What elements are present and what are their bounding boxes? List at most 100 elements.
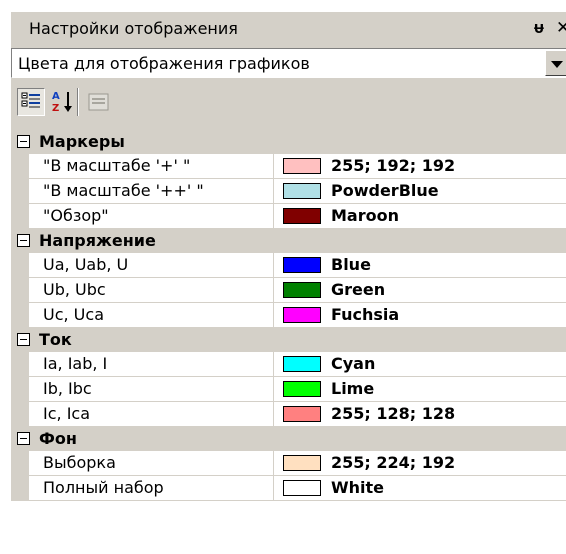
property-row[interactable]: Uc, Uca Fuchsia bbox=[11, 303, 566, 328]
collapse-icon[interactable] bbox=[17, 234, 30, 247]
property-name-cell[interactable]: Ia, Iab, I bbox=[29, 352, 274, 377]
property-name-cell[interactable]: Ub, Ubc bbox=[29, 278, 274, 303]
property-name: Ia, Iab, I bbox=[43, 354, 108, 373]
property-value: 255; 192; 192 bbox=[331, 156, 456, 175]
property-row[interactable]: "Обзор" Maroon bbox=[11, 204, 566, 229]
display-settings-panel: Настройки отображения ᵾ ✕ Цвета для отоб… bbox=[10, 12, 566, 554]
property-name-cell[interactable]: Полный набор bbox=[29, 476, 274, 501]
property-value-cell[interactable]: 255; 128; 128 bbox=[274, 402, 566, 427]
row-gutter bbox=[11, 278, 29, 303]
category-row[interactable]: Ток bbox=[11, 328, 566, 352]
property-name: "Обзор" bbox=[43, 206, 109, 225]
object-selector-dropdown[interactable]: Цвета для отображения графиков bbox=[11, 48, 566, 78]
property-name-cell[interactable]: "В масштабе '+' " bbox=[29, 154, 274, 179]
property-name: Uc, Uca bbox=[43, 305, 104, 324]
panel-title: Настройки отображения bbox=[29, 19, 238, 38]
property-name-cell[interactable]: "В масштабе '++' " bbox=[29, 179, 274, 204]
color-swatch bbox=[283, 381, 321, 397]
alphabetical-button[interactable]: A Z bbox=[49, 88, 77, 116]
property-row[interactable]: Ib, Ibc Lime bbox=[11, 377, 566, 402]
pin-icon[interactable]: ᵾ bbox=[534, 18, 544, 38]
row-gutter bbox=[11, 204, 29, 229]
property-row[interactable]: Полный набор White bbox=[11, 476, 566, 501]
property-name-cell[interactable]: "Обзор" bbox=[29, 204, 274, 229]
color-swatch bbox=[283, 307, 321, 323]
color-swatch bbox=[283, 208, 321, 224]
row-gutter bbox=[11, 352, 29, 377]
property-name: "В масштабе '++' " bbox=[43, 181, 204, 200]
toolbar-separator bbox=[77, 88, 79, 116]
color-swatch bbox=[283, 356, 321, 372]
property-value-cell[interactable]: Green bbox=[274, 278, 566, 303]
collapse-icon[interactable] bbox=[17, 135, 30, 148]
categorized-icon bbox=[21, 92, 40, 108]
property-name: "В масштабе '+' " bbox=[43, 156, 191, 175]
property-row[interactable]: Ia, Iab, I Cyan bbox=[11, 352, 566, 377]
property-value-cell[interactable]: 255; 224; 192 bbox=[274, 451, 566, 476]
property-name: Полный набор bbox=[43, 478, 164, 497]
categorized-button[interactable] bbox=[17, 88, 45, 116]
category-label: Напряжение bbox=[39, 231, 156, 250]
property-value-cell[interactable]: White bbox=[274, 476, 566, 501]
property-value: Lime bbox=[331, 379, 375, 398]
property-value-cell[interactable]: PowderBlue bbox=[274, 179, 566, 204]
property-name: Ub, Ubc bbox=[43, 280, 106, 299]
property-value: 255; 224; 192 bbox=[331, 453, 456, 472]
property-value: PowderBlue bbox=[331, 181, 439, 200]
property-name: Выборка bbox=[43, 453, 116, 472]
row-gutter bbox=[11, 451, 29, 476]
property-grid-toolbar: A Z bbox=[11, 82, 566, 124]
property-value: White bbox=[331, 478, 385, 497]
category-row[interactable]: Маркеры bbox=[11, 130, 566, 154]
property-value: Blue bbox=[331, 255, 371, 274]
category-row[interactable]: Напряжение bbox=[11, 229, 566, 253]
color-swatch bbox=[283, 257, 321, 273]
close-icon[interactable]: ✕ bbox=[556, 18, 566, 38]
property-row[interactable]: "В масштабе '++' " PowderBlue bbox=[11, 179, 566, 204]
chevron-down-icon[interactable] bbox=[545, 50, 566, 76]
color-swatch bbox=[283, 158, 321, 174]
property-name-cell[interactable]: Ib, Ibc bbox=[29, 377, 274, 402]
property-name-cell[interactable]: Uc, Uca bbox=[29, 303, 274, 328]
row-gutter bbox=[11, 377, 29, 402]
svg-text:A: A bbox=[52, 91, 60, 102]
panel-titlebar: Настройки отображения ᵾ ✕ bbox=[11, 12, 566, 46]
property-value: Maroon bbox=[331, 206, 399, 225]
property-name: Ic, Ica bbox=[43, 404, 91, 423]
color-swatch bbox=[283, 406, 321, 422]
color-swatch bbox=[283, 282, 321, 298]
property-name: Ua, Uab, U bbox=[43, 255, 129, 274]
category-label: Ток bbox=[39, 330, 72, 349]
row-gutter bbox=[11, 253, 29, 278]
property-pages-button[interactable] bbox=[85, 88, 113, 116]
collapse-icon[interactable] bbox=[17, 432, 30, 445]
property-row[interactable]: Ua, Uab, U Blue bbox=[11, 253, 566, 278]
property-name-cell[interactable]: Ua, Uab, U bbox=[29, 253, 274, 278]
property-value-cell[interactable]: Maroon bbox=[274, 204, 566, 229]
row-gutter bbox=[11, 476, 29, 501]
property-value-cell[interactable]: 255; 192; 192 bbox=[274, 154, 566, 179]
category-label: Маркеры bbox=[39, 132, 125, 151]
property-value-cell[interactable]: Lime bbox=[274, 377, 566, 402]
property-value: 255; 128; 128 bbox=[331, 404, 456, 423]
property-name: Ib, Ibc bbox=[43, 379, 92, 398]
color-swatch bbox=[283, 455, 321, 471]
property-value: Cyan bbox=[331, 354, 376, 373]
property-value-cell[interactable]: Blue bbox=[274, 253, 566, 278]
property-value: Green bbox=[331, 280, 386, 299]
property-value-cell[interactable]: Fuchsia bbox=[274, 303, 566, 328]
category-label: Фон bbox=[39, 429, 77, 448]
property-value-cell[interactable]: Cyan bbox=[274, 352, 566, 377]
property-row[interactable]: Выборка 255; 224; 192 bbox=[11, 451, 566, 476]
row-gutter bbox=[11, 154, 29, 179]
property-name-cell[interactable]: Ic, Ica bbox=[29, 402, 274, 427]
property-row[interactable]: "В масштабе '+' " 255; 192; 192 bbox=[11, 154, 566, 179]
row-gutter bbox=[11, 179, 29, 204]
row-gutter bbox=[11, 303, 29, 328]
category-row[interactable]: Фон bbox=[11, 427, 566, 451]
collapse-icon[interactable] bbox=[17, 333, 30, 346]
property-pages-icon bbox=[88, 93, 109, 111]
property-row[interactable]: Ic, Ica 255; 128; 128 bbox=[11, 402, 566, 427]
property-name-cell[interactable]: Выборка bbox=[29, 451, 274, 476]
property-row[interactable]: Ub, Ubc Green bbox=[11, 278, 566, 303]
